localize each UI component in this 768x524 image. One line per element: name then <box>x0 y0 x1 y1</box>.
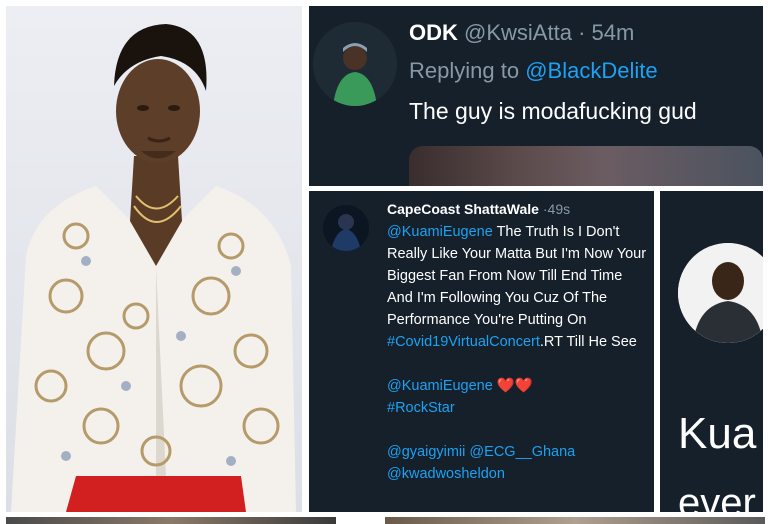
replying-prefix: Replying to <box>409 58 526 83</box>
tweet-header: ODK @KwsiAtta · 54m <box>409 20 634 46</box>
mention-link[interactable]: @gyaigyimii <box>387 444 465 460</box>
timestamp[interactable]: 49s <box>548 201 571 217</box>
tweet-text-large: Kua <box>678 409 757 458</box>
avatar[interactable] <box>313 22 397 106</box>
user-avatar-illustration <box>323 205 369 251</box>
user-avatar-illustration <box>313 22 397 106</box>
tweet-text-segment: .RT Till He See <box>539 334 637 350</box>
hashtag-link[interactable]: #RockStar <box>387 400 455 416</box>
line-break <box>387 419 649 441</box>
mention-link[interactable]: @kwadwosheldon <box>387 466 505 482</box>
tweet-card-middle[interactable]: CapeCoast ShattaWale ·49s @KuamiEugene T… <box>309 191 654 512</box>
replying-to-line: Replying to @BlackDelite <box>409 58 658 84</box>
tweet-media-thumbnail[interactable] <box>409 146 763 186</box>
avatar[interactable] <box>323 205 369 251</box>
display-name[interactable]: CapeCoast ShattaWale <box>387 201 539 217</box>
tweet-text: @KuamiEugene The Truth Is I Don't Really… <box>387 221 649 485</box>
line-break <box>387 353 649 375</box>
photo-collage: ODK @KwsiAtta · 54m Replying to @BlackDe… <box>0 0 768 524</box>
artist-figure-illustration <box>11 24 296 512</box>
reply-mention-link[interactable]: @BlackDelite <box>525 58 657 83</box>
mention-link[interactable]: @KuamiEugene <box>387 378 493 394</box>
cropped-photo-strip <box>385 517 765 524</box>
hashtag-link[interactable]: #Covid19VirtualConcert <box>387 334 540 350</box>
user-handle[interactable]: @KwsiAtta <box>464 20 572 45</box>
timestamp[interactable]: 54m <box>592 20 635 45</box>
tweet-card-top[interactable]: ODK @KwsiAtta · 54m Replying to @BlackDe… <box>309 6 763 186</box>
tweet-header: CapeCoast ShattaWale ·49s <box>387 201 570 217</box>
display-name[interactable]: ODK <box>409 20 458 45</box>
tweet-text: The guy is modafucking gud <box>409 98 697 124</box>
mention-link[interactable]: @KuamiEugene <box>387 224 493 240</box>
artist-photo <box>6 6 302 512</box>
separator-dot: · <box>578 20 586 45</box>
tweet-text-large: ever <box>678 481 756 512</box>
tweet-card-right-partial[interactable]: Kua ever <box>660 191 763 512</box>
avatar[interactable] <box>678 243 763 343</box>
user-avatar-illustration <box>678 243 763 343</box>
cropped-photo-strip <box>6 517 336 524</box>
mention-link[interactable]: @ECG__Ghana <box>469 444 575 460</box>
heart-emoji: ❤️❤️ <box>492 378 533 394</box>
